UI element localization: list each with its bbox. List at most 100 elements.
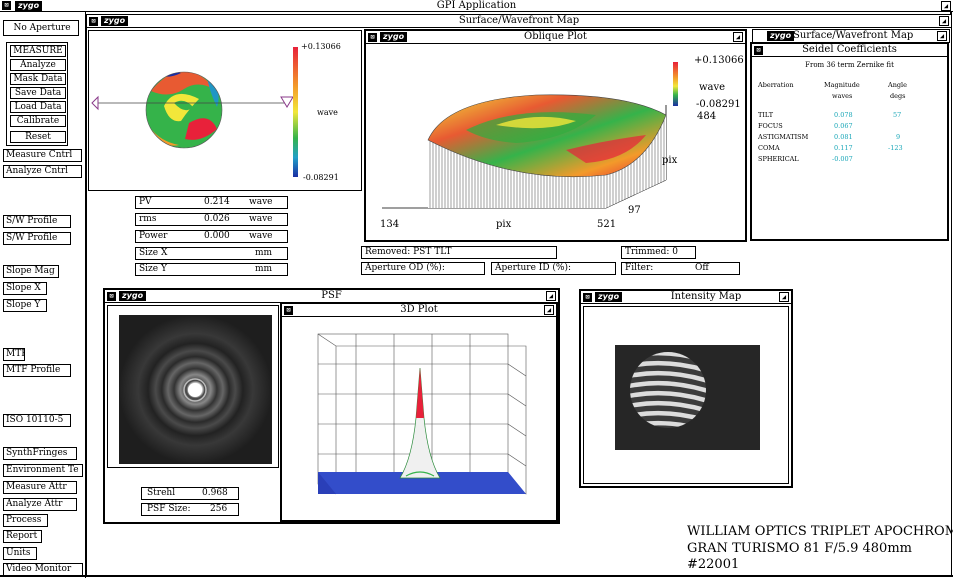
- rms-field: rms 0.026 wave: [135, 213, 288, 226]
- zygo-logo: zygo: [767, 31, 795, 41]
- aperture-button[interactable]: No Aperture: [3, 20, 79, 36]
- seidel-unit-degs: degs: [890, 92, 906, 100]
- analyze-cntrl-button[interactable]: Analyze Cntrl: [3, 165, 82, 178]
- psf-3d-plot-window: ⊠ 3D Plot ◢: [280, 302, 558, 522]
- measure-attr-button[interactable]: Measure Attr: [3, 481, 77, 494]
- filter-value: Off: [695, 263, 709, 273]
- reset-button[interactable]: Reset: [10, 131, 66, 143]
- slope-mag-button[interactable]: Slope Mag: [3, 265, 59, 278]
- size-x-unit: mm: [255, 248, 273, 258]
- surface-map-panel: +0.13066 wave -0.08291: [88, 30, 362, 191]
- removed-field: Removed: PST TLT: [361, 246, 557, 259]
- oblique-x-min: 134: [380, 219, 400, 230]
- strehl-label: Strehl: [147, 488, 176, 498]
- seidel-titlebar: ⊠ Seidel Coefficients: [752, 44, 947, 57]
- back-window-title: Surface/Wavefront Map: [793, 30, 914, 41]
- seidel-row-name: TILT: [758, 111, 774, 119]
- power-label: Power: [139, 231, 168, 241]
- aperture-od-label: Aperture OD (%):: [365, 263, 445, 273]
- rms-label: rms: [139, 214, 157, 224]
- maximize-icon[interactable]: ◢: [939, 16, 949, 26]
- oblique-scale-min: -0.08291: [696, 99, 741, 110]
- mask-data-button[interactable]: Mask Data: [10, 73, 66, 85]
- seidel-header-magnitude: Magnitude: [824, 81, 860, 89]
- measure-button[interactable]: MEASURE: [10, 45, 66, 57]
- mtf-button[interactable]: MTF: [3, 348, 25, 361]
- slope-x-button[interactable]: Slope X: [3, 282, 47, 295]
- iso-10110-button[interactable]: ISO 10110-5: [3, 414, 71, 427]
- surface-titlebar: ⊠ zygo Surface/Wavefront Map ◢: [87, 15, 951, 28]
- seidel-row-name: COMA: [758, 144, 780, 152]
- power-unit: wave: [249, 231, 273, 241]
- oblique-title: Oblique Plot: [524, 31, 587, 42]
- seidel-row-magnitude: 0.081: [834, 133, 853, 141]
- seidel-row-angle: 57: [893, 111, 902, 119]
- trimmed-field: Trimmed: 0: [621, 246, 696, 259]
- synthfringes-button[interactable]: SynthFringes: [3, 447, 77, 460]
- pv-field: PV 0.214 wave: [135, 196, 288, 209]
- seidel-unit-waves: waves: [832, 92, 853, 100]
- oblique-scale-max: +0.13066: [694, 55, 744, 66]
- seidel-header-aberration: Aberration: [758, 81, 794, 89]
- power-value: 0.000: [204, 231, 230, 241]
- trimmed-label: Trimmed: 0: [625, 247, 678, 257]
- oblique-scale-unit: wave: [699, 82, 726, 93]
- intensity-titlebar: ⊠ zygo Intensity Map ◢: [581, 291, 791, 304]
- process-button[interactable]: Process: [3, 514, 48, 527]
- psf-title: PSF: [321, 290, 342, 301]
- maximize-icon[interactable]: ◢: [733, 32, 743, 42]
- pv-value: 0.214: [204, 197, 230, 207]
- surface-scale-max: +0.13066: [301, 42, 341, 51]
- oblique-titlebar: ⊠ zygo Oblique Plot ◢: [366, 31, 745, 44]
- maximize-icon[interactable]: ◢: [779, 292, 789, 302]
- main-menu-panel: MEASURE Analyze Mask Data Save Data Load…: [6, 42, 68, 146]
- analyze-attr-button[interactable]: Analyze Attr: [3, 498, 77, 511]
- filter-field: Filter: Off: [621, 262, 740, 275]
- maximize-icon[interactable]: ◢: [941, 1, 951, 11]
- app-titlebar: ⊠ zygo GPI Application ◢: [0, 0, 953, 12]
- maximize-icon[interactable]: ◢: [937, 31, 947, 41]
- oblique-y-min: 97: [628, 205, 641, 216]
- maximize-icon[interactable]: ◢: [546, 291, 556, 301]
- report-button[interactable]: Report: [3, 530, 42, 543]
- environment-button[interactable]: Environment Te: [3, 464, 83, 477]
- calibrate-button[interactable]: Calibrate: [10, 115, 66, 127]
- size-y-label: Size Y: [139, 264, 167, 274]
- slope-y-button[interactable]: Slope Y: [3, 299, 47, 312]
- aperture-id-field: Aperture ID (%):: [491, 262, 616, 275]
- intensity-title: Intensity Map: [670, 291, 742, 302]
- units-button[interactable]: Units: [3, 547, 37, 560]
- seidel-window: ⊠ Seidel Coefficients From 36 term Zerni…: [750, 42, 949, 241]
- seidel-title: Seidel Coefficients: [802, 44, 897, 55]
- psf-size-label: PSF Size:: [147, 504, 191, 514]
- oblique-y-max: 484: [697, 111, 717, 122]
- video-monitor-button[interactable]: Video Monitor: [3, 563, 83, 576]
- seidel-row-name: FOCUS: [758, 122, 783, 130]
- mtf-profile-button[interactable]: MTF Profile: [3, 364, 71, 377]
- pv-label: PV: [139, 197, 152, 207]
- measure-cntrl-button[interactable]: Measure Cntrl: [3, 149, 82, 162]
- seidel-subtitle: From 36 term Zernike fit: [805, 61, 894, 69]
- psf-size-value: 256: [210, 504, 228, 514]
- caption-line-2: GRAN TURISMO 81 F/5.9 480mm: [687, 541, 912, 556]
- oblique-y-label: pix: [662, 155, 678, 166]
- seidel-row-magnitude: 0.078: [834, 111, 853, 119]
- surface-window-title: Surface/Wavefront Map: [458, 15, 580, 26]
- sw-profile-button-2[interactable]: S/W Profile: [3, 232, 71, 245]
- surface-map-back-window: zygo Surface/Wavefront Map ◢: [752, 29, 950, 43]
- maximize-icon[interactable]: ◢: [544, 305, 554, 315]
- caption-line-1: WILLIAM OPTICS TRIPLET APOCHROMAT: [687, 524, 953, 539]
- psf-image: [119, 315, 272, 464]
- close-icon[interactable]: ⊠: [583, 293, 592, 302]
- aperture-od-field: Aperture OD (%):: [361, 262, 485, 275]
- rms-value: 0.026: [204, 214, 230, 224]
- seidel-header-angle: Angle: [888, 81, 907, 89]
- sw-profile-button[interactable]: S/W Profile: [3, 215, 71, 228]
- analyze-button[interactable]: Analyze: [10, 59, 66, 71]
- load-data-button[interactable]: Load Data: [10, 101, 66, 113]
- oblique-x-max: 521: [597, 219, 617, 230]
- intensity-image: [615, 345, 760, 450]
- size-y-field: Size Y mm: [135, 263, 288, 276]
- save-data-button[interactable]: Save Data: [10, 87, 66, 99]
- removed-label: Removed: PST TLT: [365, 247, 452, 257]
